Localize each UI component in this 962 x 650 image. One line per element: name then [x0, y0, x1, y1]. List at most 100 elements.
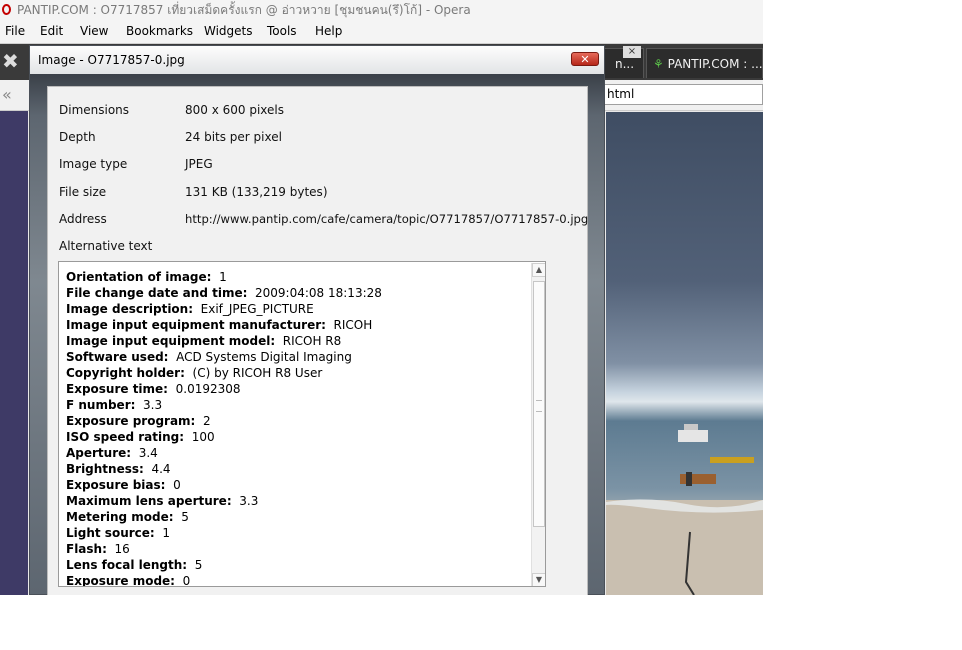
tab-label: PANTIP.COM : ... [667, 57, 763, 71]
exif-key: Image description: [66, 302, 194, 316]
grip-icon [536, 400, 542, 412]
cactus-icon: ⚘ [653, 57, 664, 71]
exif-value: 2 [195, 414, 211, 428]
exif-value: Exif_JPEG_PICTURE [193, 302, 314, 316]
exif-row: Metering mode: 5 [66, 509, 189, 525]
exif-row: F number: 3.3 [66, 397, 162, 413]
exif-key: Exposure bias: [66, 478, 166, 492]
exif-value: (C) by RICOH R8 User [184, 366, 323, 380]
exif-value: 5 [187, 558, 203, 572]
exif-key: Exposure program: [66, 414, 196, 428]
exif-row: Exposure bias: 0 [66, 477, 181, 493]
exif-row: Image input equipment model: RICOH R8 [66, 333, 341, 349]
exif-key: Brightness: [66, 462, 144, 476]
exif-textarea[interactable]: Orientation of image: 1 File change date … [58, 261, 546, 587]
exif-row: Aperture: 3.4 [66, 445, 158, 461]
menu-tools[interactable]: Tools [267, 24, 297, 38]
wrench-icon[interactable]: ✖ [2, 51, 19, 71]
address-label: Address [59, 212, 107, 226]
down-arrow-icon[interactable]: ▼ [532, 573, 545, 586]
menu-edit[interactable]: Edit [40, 24, 63, 38]
exif-value: 16 [106, 542, 130, 556]
exif-value: 0.0192308 [167, 382, 241, 396]
exif-value: 0 [165, 478, 181, 492]
file-size-label: File size [59, 185, 107, 199]
exif-value: 4.4 [143, 462, 171, 476]
scroll-thumb[interactable] [533, 281, 545, 527]
exif-key: Flash: [66, 542, 107, 556]
menu-widgets[interactable]: Widgets [204, 24, 253, 38]
exif-row: Orientation of image: 1 [66, 269, 227, 285]
exif-row: Exposure time: 0.0192308 [66, 381, 241, 397]
exif-value: RICOH R8 [275, 334, 342, 348]
opera-logo-icon [2, 4, 11, 15]
exif-row: Lens focal length: 5 [66, 557, 202, 573]
exif-row: ISO speed rating: 100 [66, 429, 215, 445]
exif-value: 100 [184, 430, 215, 444]
file-size-value: 131 KB (133,219 bytes) [185, 185, 328, 199]
properties-panel: Dimensions 800 x 600 pixels Depth 24 bit… [47, 86, 588, 595]
menu-help[interactable]: Help [315, 24, 342, 38]
alt-text-label: Alternative text [59, 239, 153, 253]
address-value[interactable]: http://www.pantip.com/cafe/camera/topic/… [185, 212, 588, 226]
menu-view[interactable]: View [80, 24, 108, 38]
rewind-icon[interactable]: « [2, 86, 22, 104]
dimensions-label: Dimensions [59, 103, 130, 117]
window-titlebar: PANTIP.COM : O7717857 เที่ยวเสม็ดครั้งแร… [0, 0, 763, 21]
window-title: PANTIP.COM : O7717857 เที่ยวเสม็ดครั้งแร… [17, 3, 471, 17]
image-type-value: JPEG [185, 157, 213, 171]
exif-key: File change date and time: [66, 286, 248, 300]
exif-value: 0 [174, 574, 191, 587]
exif-value: 3.3 [231, 494, 259, 508]
menu-bookmarks[interactable]: Bookmarks [126, 24, 193, 38]
exif-key: Aperture: [66, 446, 132, 460]
depth-label: Depth [59, 130, 96, 144]
exif-row: Light source: 1 [66, 525, 170, 541]
exif-value: 3.3 [135, 398, 163, 412]
depth-value: 24 bits per pixel [185, 130, 282, 144]
exif-key: Orientation of image: [66, 270, 212, 284]
exif-key: ISO speed rating: [66, 430, 185, 444]
exif-value: 5 [173, 510, 189, 524]
tab-label: n... [615, 57, 635, 71]
exif-row: Flash: 16 [66, 541, 130, 557]
exif-key: Lens focal length: [66, 558, 188, 572]
address-field[interactable]: html [604, 84, 763, 105]
exif-key: Maximum lens aperture: [66, 494, 232, 508]
tab-pantip[interactable]: ⚘ PANTIP.COM : ... [646, 48, 763, 78]
exif-row: Exposure mode: 0 [66, 573, 191, 587]
exif-row: Image description: Exif_JPEG_PICTURE [66, 301, 314, 317]
exif-value: ACD Systems Digital Imaging [168, 350, 352, 364]
dialog-titlebar[interactable]: Image - O7717857-0.jpg ✕ [30, 46, 604, 74]
close-tab-icon[interactable]: × [623, 46, 641, 58]
exif-row: File change date and time: 2009:04:08 18… [66, 285, 382, 301]
exif-row: Maximum lens aperture: 3.3 [66, 493, 258, 509]
up-arrow-icon[interactable]: ▲ [532, 263, 545, 277]
menu-bar: File Edit View Bookmarks Widgets Tools H… [0, 21, 763, 44]
close-icon[interactable]: ✕ [571, 52, 599, 66]
beach-photo [606, 424, 763, 595]
exif-key: F number: [66, 398, 136, 412]
exif-row: Image input equipment manufacturer: RICO… [66, 317, 372, 333]
exif-key: Exposure time: [66, 382, 168, 396]
exif-value: 3.4 [131, 446, 158, 460]
exif-key: Image input equipment manufacturer: [66, 318, 326, 332]
exif-value: 1 [211, 270, 227, 284]
vertical-scrollbar[interactable]: ▲ ▼ [531, 263, 545, 586]
menu-file[interactable]: File [5, 24, 25, 38]
browser-window: PANTIP.COM : O7717857 เที่ยวเสม็ดครั้งแร… [0, 0, 763, 595]
exif-key: Copyright holder: [66, 366, 185, 380]
exif-key: Metering mode: [66, 510, 174, 524]
exif-row: Brightness: 4.4 [66, 461, 171, 477]
image-type-label: Image type [59, 157, 128, 171]
exif-key: Light source: [66, 526, 155, 540]
exif-row: Exposure program: 2 [66, 413, 211, 429]
exif-value: 2009:04:08 18:13:28 [247, 286, 382, 300]
side-panel [0, 111, 28, 595]
exif-value: 1 [154, 526, 170, 540]
exif-row: Software used: ACD Systems Digital Imagi… [66, 349, 352, 365]
web-page-photo [606, 112, 763, 595]
exif-key: Exposure mode: [66, 574, 175, 587]
dialog-title: Image - O7717857-0.jpg [38, 53, 185, 67]
exif-value: RICOH [325, 318, 373, 332]
